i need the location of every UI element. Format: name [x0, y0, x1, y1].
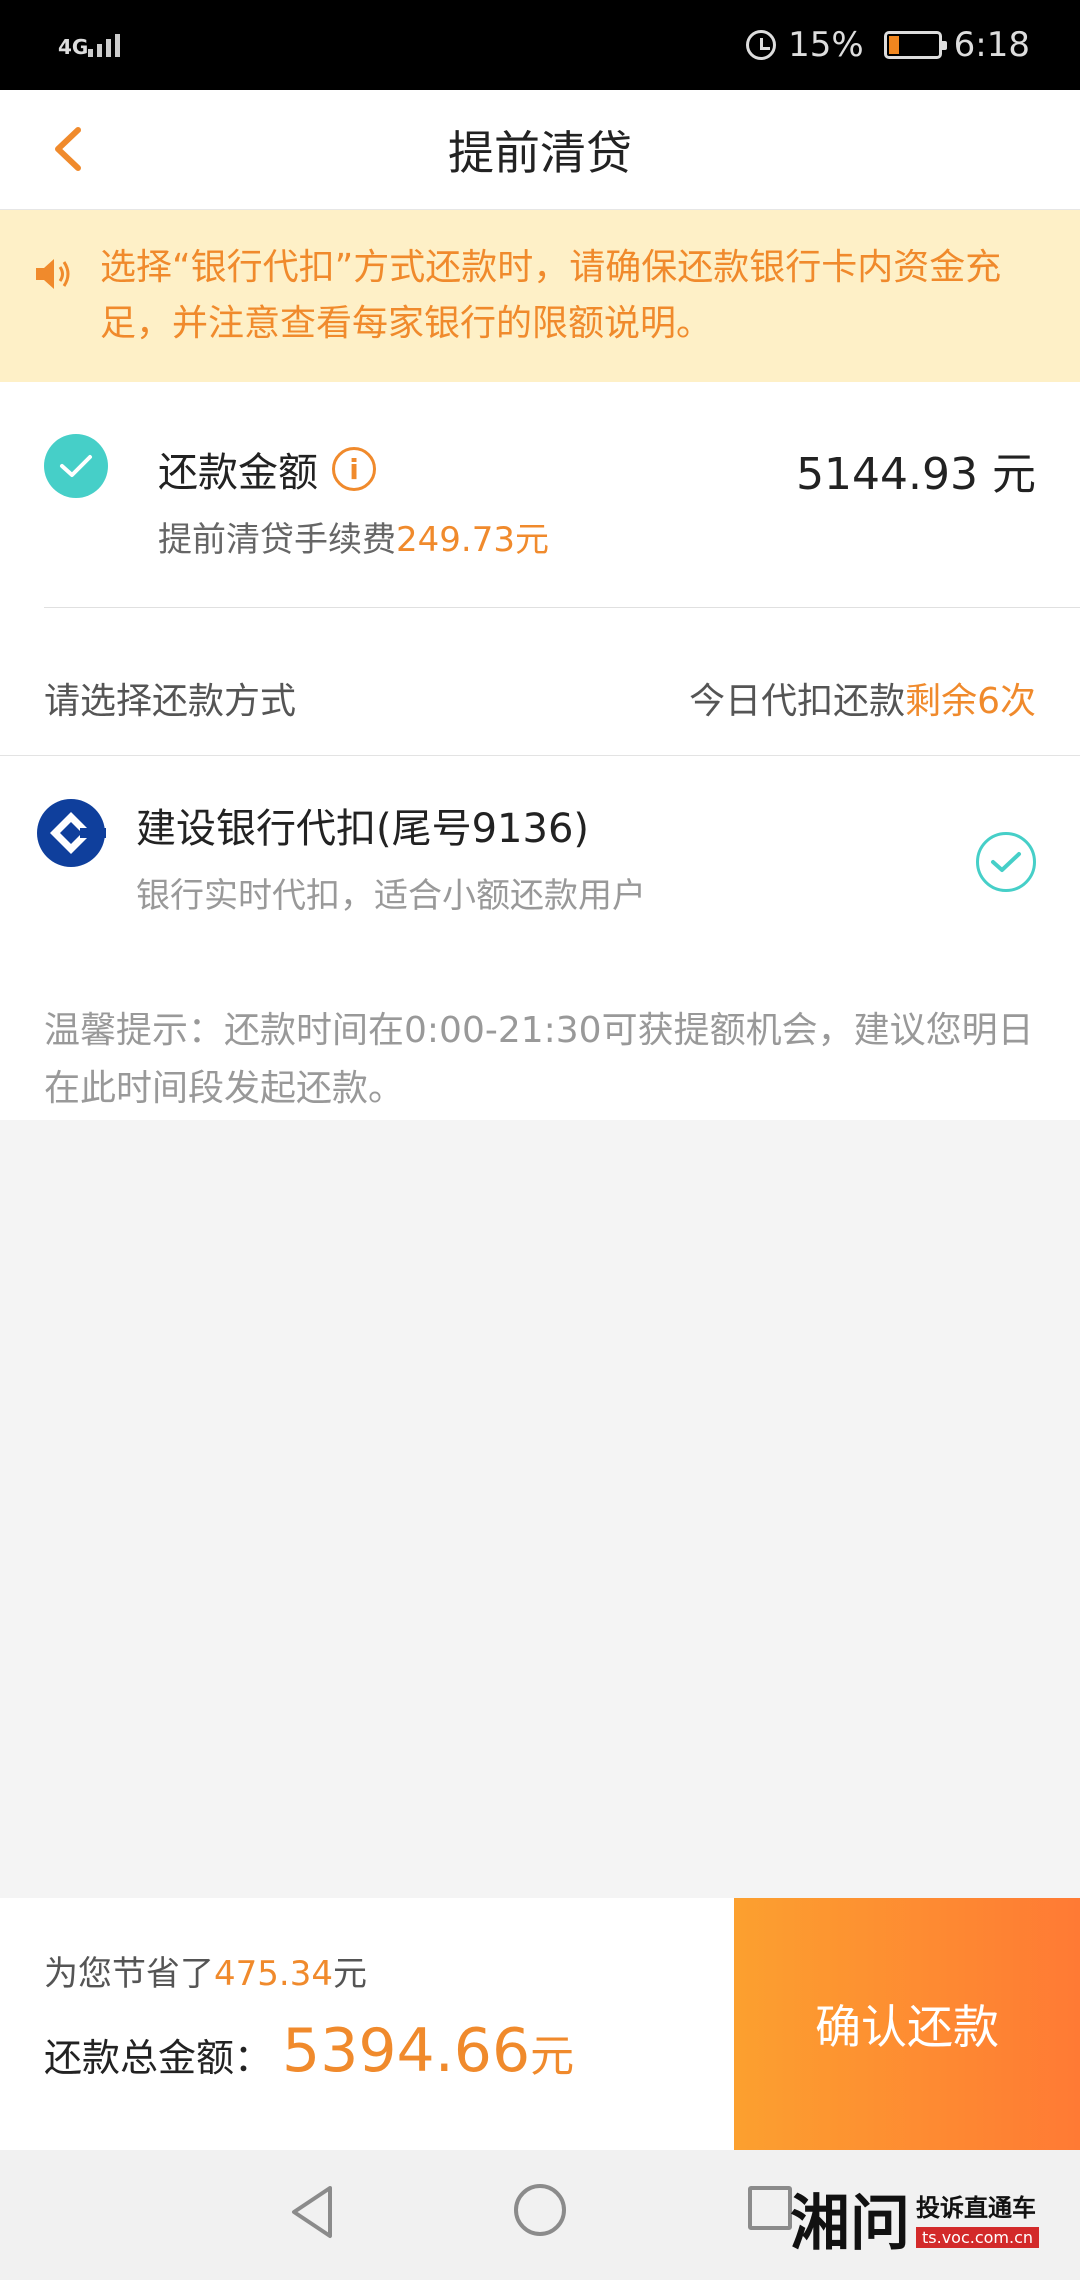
watermark: 湘问 投诉直通车 ts.voc.com.cn	[790, 2170, 1040, 2266]
confirm-repayment-button[interactable]: 确认还款	[734, 1898, 1080, 2150]
fee-label: 提前清贷手续费	[158, 520, 396, 560]
status-right: 15% 6:18	[746, 25, 1030, 65]
total-value: 5394.66	[282, 2016, 531, 2086]
remain-label: 今日代扣还款	[689, 681, 906, 722]
fee-line: 提前清贷手续费249.73元	[158, 512, 549, 561]
saved-amount: 为您节省了475.34元	[44, 1946, 367, 1995]
watermark-logo: 湘问	[790, 2188, 910, 2259]
check-icon[interactable]	[44, 434, 108, 498]
bottom-bar: 为您节省了475.34元 还款总金额： 5394.66 元 确认还款	[0, 1898, 1080, 2150]
system-back-icon[interactable]	[284, 2182, 340, 2242]
saved-value: 475.34	[214, 1954, 333, 1994]
total-label: 还款总金额：	[44, 2036, 273, 2080]
bank-description: 银行实时代扣，适合小额还款用户	[136, 876, 646, 916]
saved-unit: 元	[332, 1954, 367, 1994]
speaker-icon	[36, 259, 70, 289]
remain-value: 剩余6次	[905, 681, 1036, 722]
info-icon[interactable]: i	[332, 447, 376, 491]
amount-label: 还款金额 i	[158, 440, 376, 498]
back-arrow-icon[interactable]	[44, 124, 94, 174]
network-type: 4G	[58, 34, 89, 59]
status-bar: 4G 15% 6:18	[0, 0, 1080, 90]
battery-percent: 15%	[788, 25, 864, 65]
fee-value: 249.73元	[396, 520, 549, 560]
amount-label-text: 还款金额	[158, 450, 318, 496]
watermark-text: 投诉直通车 ts.voc.com.cn	[916, 2188, 1040, 2248]
total-amount: 还款总金额： 5394.66 元	[44, 2016, 574, 2086]
system-recent-apps-icon[interactable]	[748, 2186, 792, 2230]
watermark-line2: ts.voc.com.cn	[916, 2227, 1040, 2248]
bank-name: 建设银行代扣(尾号9136)	[136, 806, 590, 852]
system-home-icon[interactable]	[514, 2184, 566, 2236]
notice-banner: 选择“银行代扣”方式还款时，请确保还款银行卡内资金充足，并注意查看每家银行的限额…	[0, 210, 1080, 382]
battery-icon	[883, 31, 947, 59]
amount-card: 还款金额 i 5144.93 元 提前清贷手续费249.73元	[0, 382, 1080, 609]
selected-check-icon[interactable]	[976, 832, 1036, 892]
signal-icon: 4G	[58, 33, 120, 59]
watermark-line1: 投诉直通车	[916, 2194, 1036, 2222]
clock: 6:18	[953, 25, 1030, 65]
remain-count: 今日代扣还款剩余6次	[689, 672, 1036, 724]
alarm-icon	[746, 30, 777, 60]
tip-text: 温馨提示：还款时间在0:00-21:30可获提额机会，建议您明日在此时间段发起还…	[0, 950, 1080, 1120]
amount-value: 5144.93 元	[796, 449, 1036, 500]
system-navigation-bar: 湘问 投诉直通车 ts.voc.com.cn	[0, 2150, 1080, 2280]
saved-label: 为您节省了	[44, 1954, 214, 1994]
total-unit: 元	[530, 2031, 575, 2082]
payment-method-header: 请选择还款方式 今日代扣还款剩余6次	[0, 608, 1080, 756]
bank-option-ccb[interactable]: 建设银行代扣(尾号9136) 银行实时代扣，适合小额还款用户	[0, 756, 1080, 950]
page-title: 提前清贷	[448, 125, 632, 180]
nav-bar: 提前清贷	[0, 90, 1080, 210]
ccb-bank-logo-icon	[37, 799, 106, 867]
payment-method-title: 请选择还款方式	[44, 681, 297, 722]
notice-text: 选择“银行代扣”方式还款时，请确保还款银行卡内资金充足，并注意查看每家银行的限额…	[100, 247, 1002, 344]
